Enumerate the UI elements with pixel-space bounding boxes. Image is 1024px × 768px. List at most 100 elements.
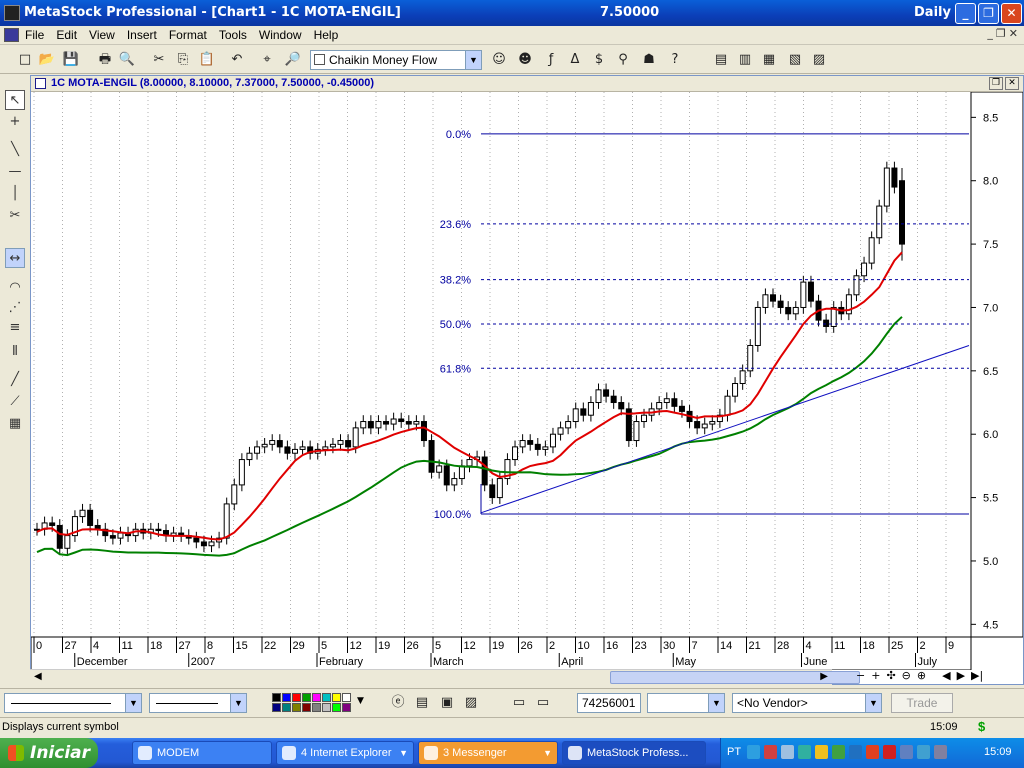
tile-vertical-icon[interactable]: ▥ <box>736 51 754 69</box>
menu-help[interactable]: Help <box>314 28 339 42</box>
chart-restore-icon[interactable]: ❐ <box>989 77 1003 90</box>
split-window-icon[interactable]: ▭ <box>534 694 552 712</box>
color-swatch[interactable] <box>282 693 291 702</box>
binoculars-icon[interactable]: ⚲ <box>614 51 632 69</box>
layout-icon[interactable]: ▨ <box>810 51 828 69</box>
zoom-plus-icon[interactable]: + <box>871 669 880 685</box>
color-swatch[interactable] <box>292 703 301 712</box>
menu-window[interactable]: Window <box>259 28 302 42</box>
tile-horizontal-icon[interactable]: ▦ <box>760 51 778 69</box>
color-swatch[interactable] <box>272 703 281 712</box>
trendline-tool-icon[interactable]: ╲ <box>5 140 25 160</box>
color-palette[interactable] <box>272 693 356 713</box>
arcs-tool-icon[interactable]: ◠ <box>5 278 25 298</box>
paste-icon[interactable]: 📋 <box>198 51 216 69</box>
display-icon[interactable] <box>900 745 913 759</box>
mdi-restore-icon[interactable]: ❐ <box>996 27 1006 40</box>
network-icon[interactable] <box>747 745 760 759</box>
menu-tools[interactable]: Tools <box>219 28 247 42</box>
task-metastock[interactable]: MetaStock Profess... <box>562 741 706 765</box>
print-icon[interactable]: 🖶 <box>96 51 114 69</box>
document-icon[interactable] <box>4 28 19 42</box>
indicator-select[interactable]: Chaikin Money Flow ▼ <box>310 50 482 70</box>
crosshair-tool-icon[interactable]: + <box>5 112 25 132</box>
menu-edit[interactable]: Edit <box>56 28 77 42</box>
symbol-icon[interactable] <box>35 78 46 89</box>
menu-format[interactable]: Format <box>169 28 207 42</box>
retracement-tool-icon[interactable]: ≡ <box>5 318 25 338</box>
color-swatch[interactable] <box>292 693 301 702</box>
inner-window-icon[interactable]: ▭ <box>510 694 528 712</box>
undo-icon[interactable]: ↶ <box>228 51 246 69</box>
speed-lines-tool-icon[interactable]: ╱ <box>5 370 25 390</box>
tile-icon[interactable]: ▣ <box>438 694 456 712</box>
open-icon[interactable]: 📂 <box>38 51 56 69</box>
print-preview-icon[interactable]: 🔍 <box>118 51 136 69</box>
vertical-line-tool-icon[interactable]: │ <box>5 184 25 204</box>
ati-icon[interactable] <box>866 745 879 759</box>
save-icon[interactable]: 💾 <box>62 51 80 69</box>
safely-remove-icon[interactable] <box>934 745 947 759</box>
chevron-down-icon[interactable]: ▼ <box>865 694 881 712</box>
color-swatch[interactable] <box>312 693 321 702</box>
menu-file[interactable]: File <box>25 28 44 42</box>
smart-charts-icon[interactable]: ☗ <box>640 51 658 69</box>
system-tester-icon[interactable]: $ <box>590 51 608 69</box>
chart-icon[interactable]: ▤ <box>413 694 431 712</box>
restore-button[interactable]: ❐ <box>978 3 999 24</box>
horizontal-line-tool-icon[interactable]: — <box>5 162 25 182</box>
cut-icon[interactable]: ✂ <box>150 51 168 69</box>
page-right-icon[interactable]: ▶ <box>957 669 965 685</box>
crosshair-icon[interactable]: ⌖ <box>258 51 276 69</box>
explorer-icon[interactable]: Δ <box>566 51 584 69</box>
gann-fan-tool-icon[interactable]: ⟋ <box>5 392 25 412</box>
help-icon[interactable]: ? <box>666 51 684 69</box>
printer-icon[interactable] <box>781 745 794 759</box>
line-weight-select[interactable]: ▼ <box>149 693 247 713</box>
language-indicator[interactable]: PT <box>727 746 741 758</box>
scroll-right-icon[interactable]: ▶ <box>820 671 828 682</box>
page-left-icon[interactable]: ◀ <box>942 669 950 685</box>
start-button[interactable]: Iniciar <box>0 738 98 768</box>
zoom-icon[interactable]: 🔎 <box>284 51 302 69</box>
close-button[interactable]: ✕ <box>1001 3 1022 24</box>
cascade-icon[interactable]: ▤ <box>712 51 730 69</box>
grid-tool-icon[interactable]: ▦ <box>5 414 25 434</box>
security-code-field[interactable]: 74256001 <box>577 693 641 713</box>
vendor-select[interactable]: <No Vendor> ▼ <box>732 693 882 713</box>
update-icon[interactable] <box>815 745 828 759</box>
zoom-minus-icon[interactable]: − <box>856 669 865 685</box>
trade-button[interactable]: Trade <box>891 693 953 713</box>
chevron-down-icon[interactable]: ▼ <box>125 694 141 712</box>
scroll-left-icon[interactable]: ◀ <box>34 671 42 682</box>
volume-icon[interactable] <box>832 745 845 759</box>
color-swatch[interactable] <box>332 693 341 702</box>
color-swatch[interactable] <box>302 693 311 702</box>
color-swatch[interactable] <box>332 703 341 712</box>
messenger-tray-icon[interactable] <box>798 745 811 759</box>
price-chart[interactable]: 8.58.07.57.06.56.05.55.04.50 27 4 11 18 27 8 15… <box>31 92 1023 670</box>
fan-tool-icon[interactable]: ⋰ <box>5 298 25 318</box>
formula-icon[interactable]: ƒ <box>542 51 560 69</box>
color-swatch[interactable] <box>342 703 351 712</box>
color-swatch[interactable] <box>282 703 291 712</box>
chart-close-icon[interactable]: ✕ <box>1005 77 1019 90</box>
end-icon[interactable]: ▶| <box>971 669 983 685</box>
indicator-builder-icon[interactable]: ☺ <box>490 51 508 69</box>
bluetooth-icon[interactable] <box>849 745 862 759</box>
zoom-in-icon[interactable]: ⊕ <box>917 669 926 685</box>
mdi-close-icon[interactable]: ✕ <box>1009 27 1018 40</box>
palette-dropdown-icon[interactable]: ▼ <box>357 696 364 706</box>
chart-window[interactable]: 1C MOTA-ENGIL (8.00000, 8.10000, 7.37000… <box>30 75 1024 685</box>
zoom-out-icon[interactable]: ⊖ <box>902 669 911 685</box>
color-swatch[interactable] <box>342 693 351 702</box>
chevron-down-icon[interactable]: ▼ <box>230 694 246 712</box>
time-zones-tool-icon[interactable]: ⦀ <box>5 342 25 362</box>
zoom-pan-icon[interactable]: ✣ <box>886 669 895 685</box>
security-select[interactable]: ▼ <box>647 693 725 713</box>
chevron-down-icon[interactable]: ▼ <box>708 694 724 712</box>
tile-icon[interactable]: ▧ <box>786 51 804 69</box>
task-modem[interactable]: MODEM <box>132 741 272 765</box>
text-tool-icon[interactable]: ✂ <box>5 206 25 226</box>
menu-insert[interactable]: Insert <box>127 28 157 42</box>
